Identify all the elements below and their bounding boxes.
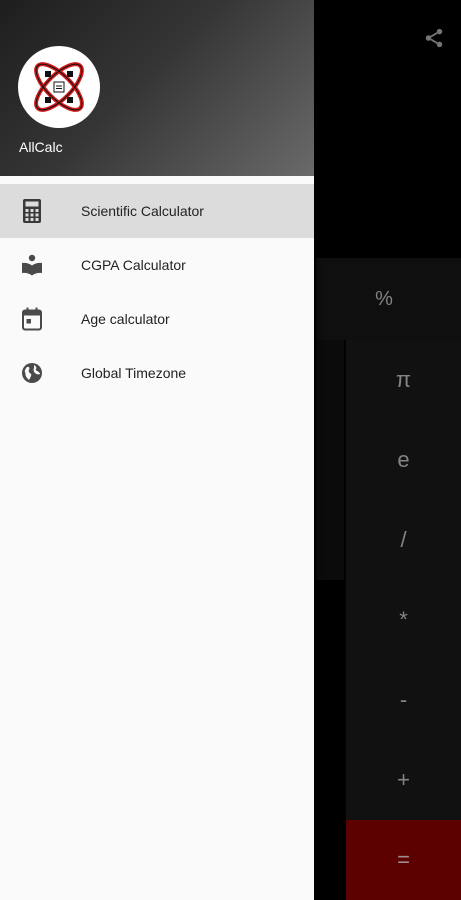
drawer-menu: Scientific Calculator CGPA Calculator Ag…: [0, 176, 314, 400]
app-screen: % π e / * - + = AllCalc Scientific Calcu…: [0, 0, 461, 900]
menu-item-label: Age calculator: [81, 311, 170, 327]
calculator-icon: [20, 199, 44, 223]
menu-item-age-calculator[interactable]: Age calculator: [0, 292, 314, 346]
menu-item-scientific-calculator[interactable]: Scientific Calculator: [0, 184, 314, 238]
menu-item-global-timezone[interactable]: Global Timezone: [0, 346, 314, 400]
calendar-icon: [20, 307, 44, 331]
atom-logo-icon: [34, 62, 84, 112]
menu-item-label: CGPA Calculator: [81, 257, 186, 273]
app-logo: [18, 46, 100, 128]
menu-item-label: Global Timezone: [81, 365, 187, 381]
reading-book-icon: [20, 253, 44, 277]
globe-icon: [20, 361, 44, 385]
menu-item-label: Scientific Calculator: [81, 203, 204, 219]
menu-item-cgpa-calculator[interactable]: CGPA Calculator: [0, 238, 314, 292]
navigation-drawer: AllCalc Scientific Calculator CGPA Calcu…: [0, 0, 314, 900]
drawer-header: AllCalc: [0, 0, 314, 176]
app-name: AllCalc: [19, 139, 63, 155]
